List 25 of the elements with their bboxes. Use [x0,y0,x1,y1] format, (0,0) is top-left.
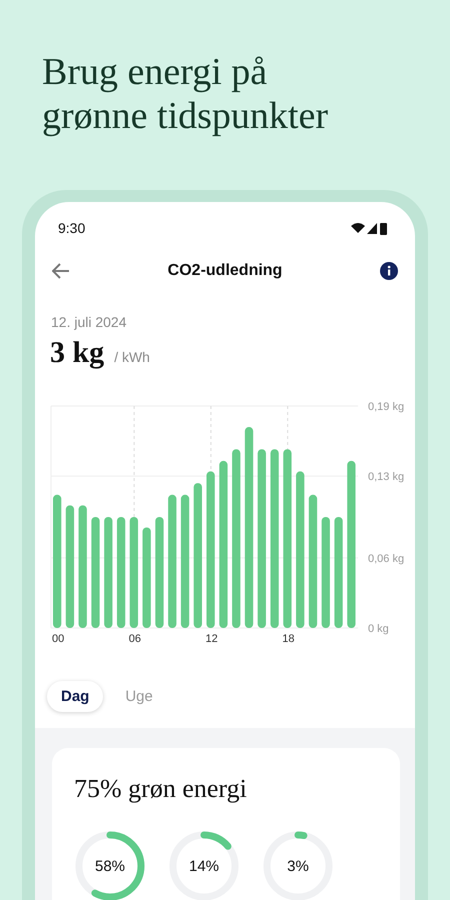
unit-label: / kWh [114,349,150,365]
percent-label: 14% [188,858,220,874]
x-tick-label: 18 [282,633,294,645]
period-tab[interactable]: Dag [47,681,104,712]
x-tick-label: 06 [128,633,141,645]
y-tick-label: 0,13 kg [368,471,404,484]
progress-ring [262,830,334,900]
x-tick-label: 00 [52,633,64,645]
y-tick-label: 0,06 kg [368,552,404,565]
info-icon[interactable] [380,262,398,280]
x-tick-label: 12 [206,633,218,645]
y-tick-label: 0,19 kg [368,401,404,413]
progress-ring [74,830,146,900]
emission-value: 3 kg [50,336,104,370]
card-title: 75% grøn energi [74,774,248,804]
percent-label: 3% [287,858,309,874]
y-tick-label: 0 kg [368,623,389,635]
percent-label: 58% [94,858,126,874]
date-label: 12. juli 2024 [51,314,128,330]
status-time: 9:30 [58,220,86,236]
status-icons [351,222,389,234]
screen-title: CO2-udledning [168,262,282,280]
progress-ring [168,830,240,900]
headline: Brug energi på grønne tidspunkter [42,50,330,138]
back-arrow-icon[interactable] [52,263,70,279]
